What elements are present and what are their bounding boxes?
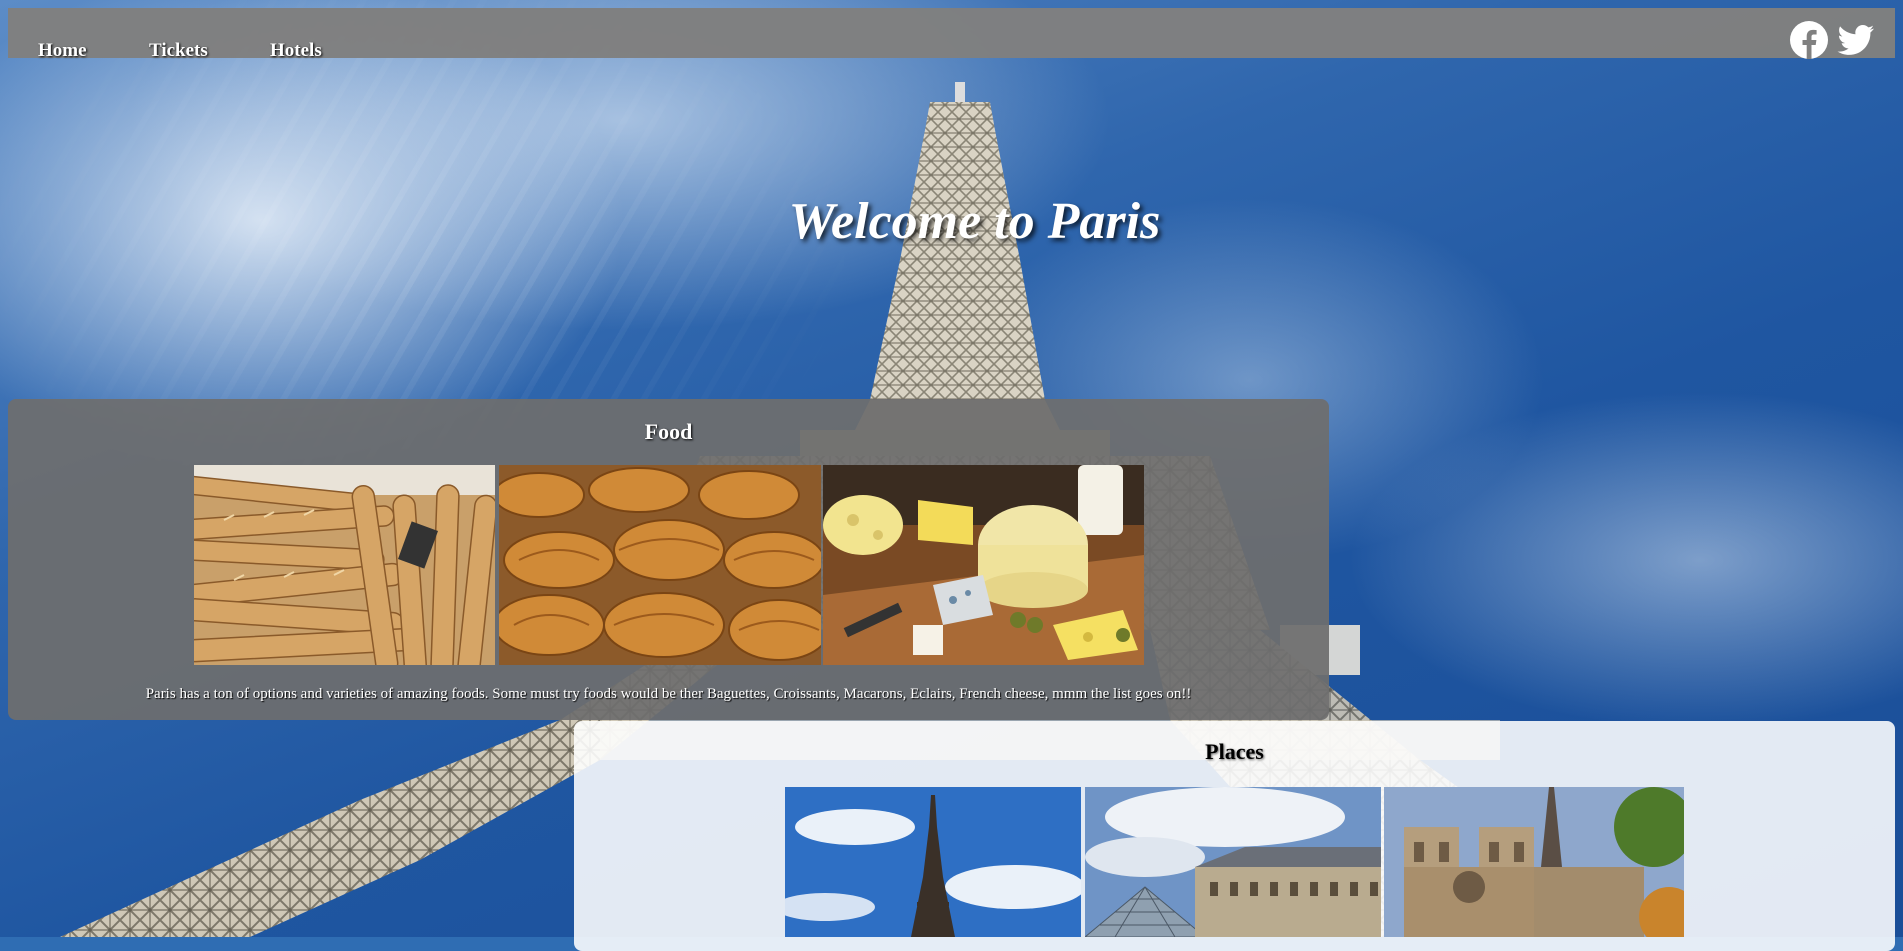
- twitter-icon[interactable]: [1836, 20, 1876, 60]
- places-section: Places: [574, 721, 1895, 951]
- nav-home-link[interactable]: Home: [38, 40, 87, 62]
- top-navbar: Home Tickets Hotels: [8, 8, 1895, 61]
- facebook-icon[interactable]: [1789, 20, 1829, 60]
- nav-hotels-link[interactable]: Hotels: [270, 40, 322, 62]
- place-image-eiffel-tower: [785, 787, 1081, 937]
- hero-title: Welcome to Paris: [788, 193, 1161, 250]
- place-image-louvre: [1085, 787, 1381, 937]
- food-image-croissants: [499, 465, 821, 665]
- places-title: Places: [1205, 739, 1264, 764]
- food-description: Paris has a ton of options and varieties…: [145, 686, 1192, 702]
- food-image-baguettes: [194, 465, 495, 665]
- food-title: Food: [644, 419, 693, 444]
- nav-tickets-link[interactable]: Tickets: [149, 40, 208, 62]
- food-image-cheese: [823, 465, 1144, 665]
- place-image-notre-dame: [1384, 787, 1684, 937]
- food-section: Food Paris has a ton of options and vari…: [8, 399, 1329, 720]
